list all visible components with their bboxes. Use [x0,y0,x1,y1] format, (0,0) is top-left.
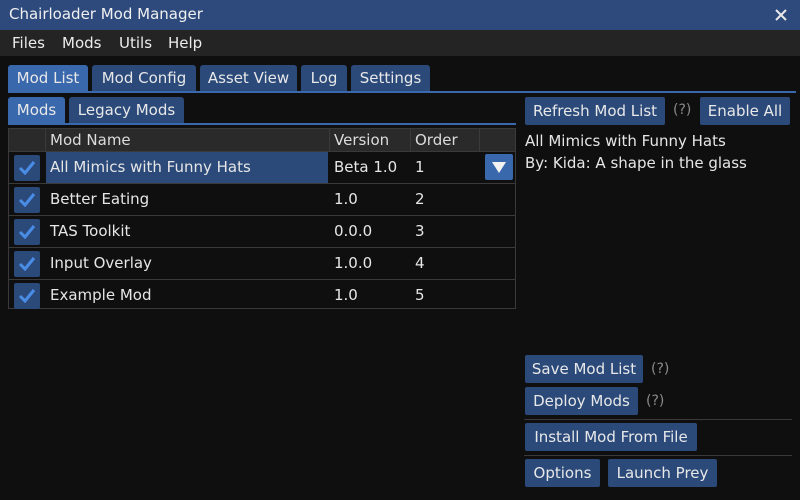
table-row[interactable]: TAS Toolkit 0.0.0 3 [9,215,515,247]
sub-tab-underline [8,123,516,125]
tab-legacy-mods[interactable]: Legacy Mods [69,97,184,123]
menu-mods[interactable]: Mods [62,34,101,52]
mod-order-cell: 4 [415,254,425,272]
mod-enabled-checkbox[interactable] [14,251,40,277]
mod-name-cell[interactable]: Better Eating [46,184,328,215]
checkmark-icon [18,193,36,208]
save-help-icon[interactable]: (?) [651,361,669,377]
window-title: Chairloader Mod Manager [9,5,203,23]
mod-enabled-checkbox[interactable] [14,283,40,309]
header-mod-name[interactable]: Mod Name [46,129,330,151]
refresh-help-icon[interactable]: (?) [673,102,691,118]
save-mod-list-button[interactable]: Save Mod List [525,355,643,383]
table-header: Mod Name Version Order [9,129,515,151]
mod-enabled-checkbox[interactable] [14,155,40,181]
refresh-mod-list-button[interactable]: Refresh Mod List [525,97,665,125]
tab-asset-view[interactable]: Asset View [200,65,297,91]
table-row[interactable]: Better Eating 1.0 2 [9,183,515,215]
table-row[interactable]: Input Overlay 1.0.0 4 [9,247,515,279]
header-version[interactable]: Version [330,129,411,151]
main-tab-underline [8,91,796,93]
table-row[interactable]: All Mimics with Funny Hats Beta 1.0 1 [9,151,515,183]
menu-bar: Files Mods Utils Help [0,30,800,56]
mod-version-cell: 1.0 [334,286,358,304]
checkmark-icon [18,161,36,176]
mod-version-cell: 1.0.0 [334,254,373,272]
deploy-mods-button[interactable]: Deploy Mods [525,387,638,415]
options-button[interactable]: Options [525,459,600,487]
mod-name-cell[interactable]: TAS Toolkit [46,216,328,247]
selected-mod-name: All Mimics with Funny Hats [525,132,726,150]
mod-name-cell[interactable]: Example Mod [46,280,328,311]
launch-prey-button[interactable]: Launch Prey [608,459,717,487]
mod-name-cell[interactable]: All Mimics with Funny Hats [46,152,328,183]
tab-mod-list[interactable]: Mod List [8,65,88,91]
mod-table: Mod Name Version Order All Mimics with F… [8,128,516,309]
mod-name-cell[interactable]: Input Overlay [46,248,328,279]
tab-settings[interactable]: Settings [351,65,430,91]
order-dropdown-button[interactable] [485,154,513,180]
mod-enabled-checkbox[interactable] [14,219,40,245]
tab-mods[interactable]: Mods [8,97,65,123]
menu-files[interactable]: Files [12,34,45,52]
enable-all-button[interactable]: Enable All [700,97,790,125]
mod-version-cell: Beta 1.0 [334,158,398,176]
deploy-help-icon[interactable]: (?) [646,393,664,409]
tab-log[interactable]: Log [301,65,347,91]
table-row[interactable]: Example Mod 1.0 5 [9,279,515,311]
checkmark-icon [18,257,36,272]
mod-order-cell: 3 [415,222,425,240]
separator [524,419,792,420]
title-bar: Chairloader Mod Manager [0,0,800,30]
tab-mod-config[interactable]: Mod Config [92,65,196,91]
install-mod-from-file-button[interactable]: Install Mod From File [525,423,697,451]
mod-version-cell: 0.0.0 [334,222,373,240]
mod-order-cell: 1 [415,158,425,176]
triangle-down-icon [492,162,506,173]
mod-order-cell: 2 [415,190,425,208]
checkmark-icon [18,225,36,240]
mod-order-cell: 5 [415,286,425,304]
checkmark-icon [18,289,36,304]
selected-mod-author: By: Kida: A shape in the glass [525,154,747,172]
close-icon[interactable] [770,4,792,26]
mod-version-cell: 1.0 [334,190,358,208]
header-order[interactable]: Order [411,129,480,151]
separator [524,455,792,456]
menu-utils[interactable]: Utils [119,34,152,52]
mod-enabled-checkbox[interactable] [14,187,40,213]
header-enabled [9,129,46,151]
menu-help[interactable]: Help [168,34,202,52]
